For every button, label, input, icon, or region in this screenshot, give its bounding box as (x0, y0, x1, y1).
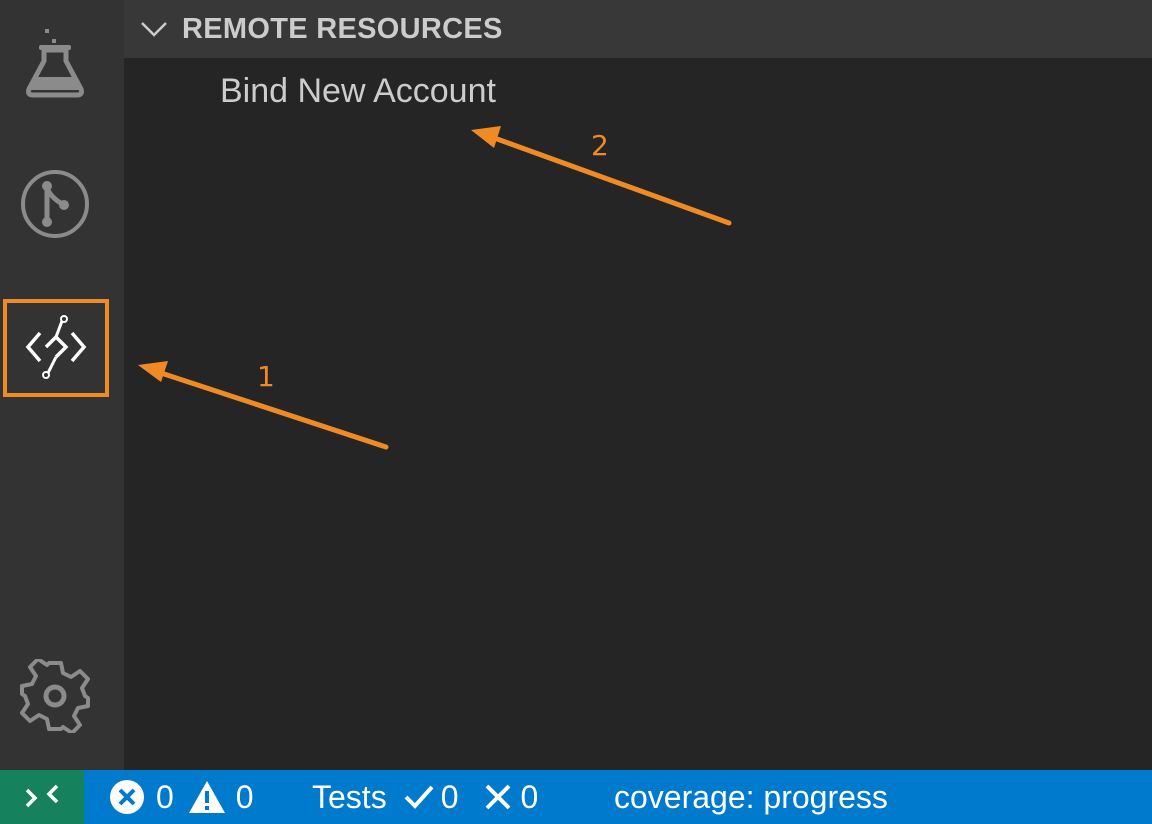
x-icon (486, 784, 511, 810)
error-count: 0 (156, 778, 174, 815)
remote-resources-section-header[interactable]: REMOTE RESOURCES (124, 0, 1152, 58)
tests-passed-count: 0 (440, 778, 459, 815)
problems-indicator[interactable]: 0 0 (108, 770, 254, 824)
status-bar: 0 0 Tests 0 0 coverage: progress (0, 770, 1152, 824)
gear-icon (20, 659, 90, 733)
flask-icon (26, 29, 84, 98)
error-icon (110, 780, 144, 814)
test-explorer-button[interactable] (0, 14, 110, 110)
chevron-down-icon (140, 15, 168, 43)
bind-new-account-item[interactable]: Bind New Account (220, 68, 496, 114)
tests-label: Tests (312, 778, 387, 815)
warning-icon (188, 781, 225, 813)
annotation-label-2: 2 (591, 129, 609, 162)
sidebar: REMOTE RESOURCES Bind New Account (124, 0, 1152, 770)
settings-button[interactable] (0, 648, 110, 744)
coverage-indicator[interactable]: coverage: progress (614, 770, 888, 824)
section-title: REMOTE RESOURCES (182, 12, 503, 45)
git-branch-icon (21, 170, 89, 238)
coverage-label: coverage: progress (614, 778, 888, 815)
remote-resources-button[interactable] (7, 299, 105, 395)
tests-failed-count: 0 (520, 778, 539, 815)
remote-indicator-button[interactable] (0, 770, 84, 824)
annotation-label-1: 1 (257, 360, 275, 393)
activity-bar (0, 0, 124, 770)
tests-indicator[interactable]: Tests 0 0 (312, 770, 538, 824)
check-icon (404, 785, 434, 809)
remote-resources-icon (25, 315, 87, 379)
source-control-button[interactable] (0, 156, 110, 252)
warning-count: 0 (235, 778, 254, 815)
remote-icon (25, 784, 59, 808)
